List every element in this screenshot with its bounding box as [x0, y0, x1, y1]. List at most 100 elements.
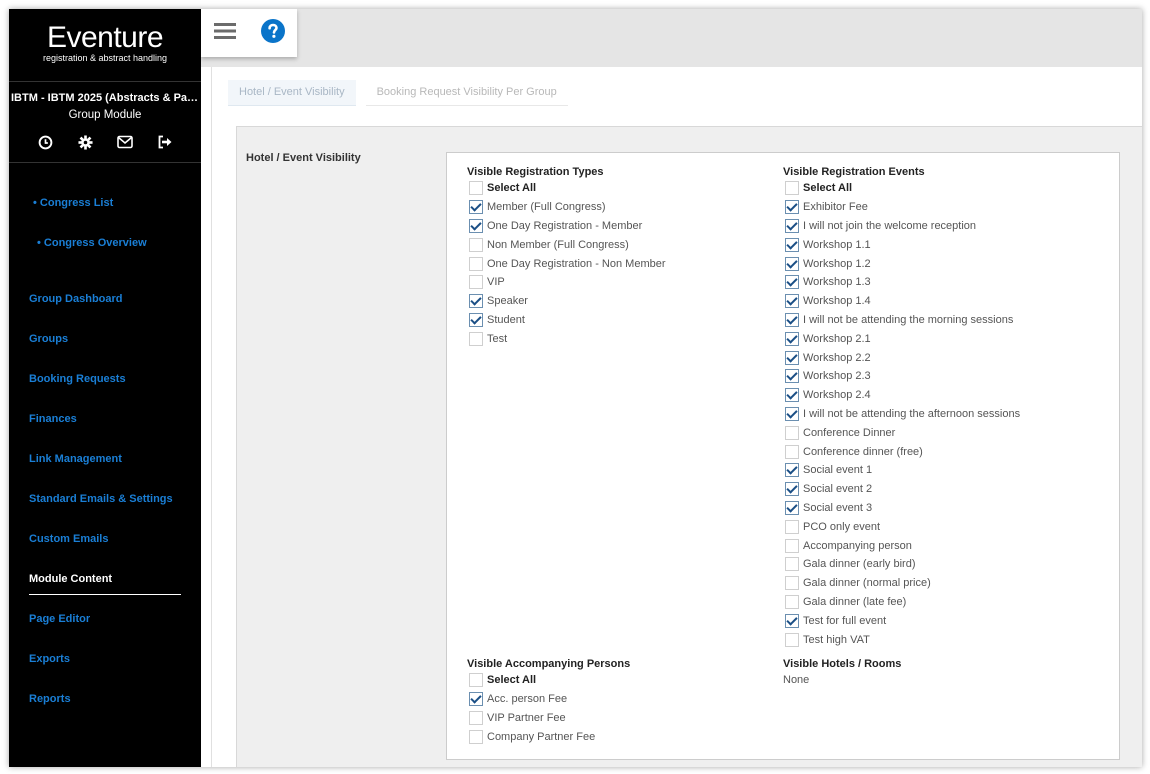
checkbox[interactable] [785, 594, 799, 609]
item-label: Conference Dinner [803, 426, 896, 439]
list-item: Social event 3 [785, 499, 1020, 518]
item-label: Test high VAT [803, 633, 870, 646]
list-item: PCO only event [785, 517, 1020, 536]
checkbox[interactable] [785, 538, 799, 553]
checkbox[interactable] [785, 200, 799, 215]
item-label: One Day Registration - Non Member [487, 257, 666, 270]
nav-booking-requests[interactable]: Booking Requests [29, 373, 126, 385]
congress-name: IBTM - IBTM 2025 (Abstracts & Par… [11, 92, 201, 104]
checkbox[interactable] [469, 256, 483, 271]
nav-groups[interactable]: Groups [29, 333, 68, 345]
help-circle-icon [261, 18, 285, 48]
toolbar-buttons [201, 9, 297, 57]
nav-link-management[interactable]: Link Management [29, 453, 122, 465]
checkbox[interactable] [785, 181, 799, 196]
checkbox[interactable] [785, 519, 799, 534]
tab-hotel-event-visibility[interactable]: Hotel / Event Visibility [228, 80, 356, 106]
nav-congress-overview[interactable]: • Congress Overview [37, 237, 147, 249]
checkbox[interactable] [785, 312, 799, 327]
logo: Eventure registration & abstract handlin… [9, 9, 201, 82]
visibility-panel: Hotel / Event Visibility Visible Registr… [236, 126, 1142, 767]
checkbox[interactable] [785, 632, 799, 647]
checkbox[interactable] [785, 294, 799, 309]
list-item: Gala dinner (early bird) [785, 555, 1020, 574]
list-item: VIP Partner Fee [469, 709, 595, 728]
gear-icon[interactable] [76, 133, 94, 151]
panel-label: Hotel / Event Visibility [246, 152, 361, 164]
checkbox[interactable] [785, 388, 799, 403]
registration-events-title: Visible Registration Events [783, 166, 925, 178]
clock-icon[interactable] [36, 133, 54, 151]
envelope-icon[interactable] [116, 133, 134, 151]
help-button[interactable] [249, 9, 297, 57]
list-item: Gala dinner (late fee) [785, 593, 1020, 612]
checkbox[interactable] [469, 312, 483, 327]
select-all-row: Select All [785, 179, 1020, 198]
checkbox[interactable] [469, 181, 483, 196]
registration-events-list: Select All Exhibitor Fee I will not join… [785, 179, 1020, 649]
checkbox[interactable] [785, 557, 799, 572]
checkbox[interactable] [785, 444, 799, 459]
nav-module-content[interactable]: Module Content [29, 573, 112, 585]
item-label: Social event 1 [803, 464, 873, 477]
nav-finances[interactable]: Finances [29, 413, 77, 425]
checkbox[interactable] [469, 331, 483, 346]
select-all-row: Select All [469, 179, 666, 198]
checkbox[interactable] [785, 350, 799, 365]
checkbox[interactable] [785, 331, 799, 346]
registration-types-list: Select All Member (Full Congress) One Da… [469, 179, 666, 348]
checkbox[interactable] [469, 237, 483, 252]
item-label: Exhibitor Fee [803, 201, 868, 214]
logo-name: Eventure [46, 21, 164, 54]
nav-group-dashboard[interactable]: Group Dashboard [29, 293, 123, 305]
item-label: I will not join the welcome reception [803, 219, 977, 232]
checkbox[interactable] [469, 218, 483, 233]
logo-tagline: registration & abstract handling [42, 53, 168, 63]
sign-out-icon[interactable] [156, 133, 174, 151]
tab-booking-request-visibility[interactable]: Booking Request Visibility Per Group [365, 80, 568, 106]
menu-button[interactable] [201, 9, 249, 57]
nav-standard-emails-settings[interactable]: Standard Emails & Settings [29, 493, 173, 505]
item-label: Workshop 2.4 [803, 389, 871, 402]
module-name: Group Module [68, 109, 142, 121]
checkbox[interactable] [469, 275, 483, 290]
checkbox[interactable] [469, 200, 483, 215]
item-label: Workshop 2.3 [803, 370, 871, 383]
checkbox[interactable] [785, 613, 799, 628]
list-item: I will not be attending the morning sess… [785, 311, 1020, 330]
checkbox[interactable] [785, 576, 799, 591]
checkbox[interactable] [785, 256, 799, 271]
item-label: Speaker [487, 295, 528, 308]
nav-reports[interactable]: Reports [29, 693, 71, 705]
list-item: Non Member (Full Congress) [469, 235, 666, 254]
nav-page-editor[interactable]: Page Editor [29, 613, 90, 625]
checkbox[interactable] [785, 425, 799, 440]
item-label: PCO only event [803, 520, 881, 533]
checkbox[interactable] [785, 275, 799, 290]
item-label: Gala dinner (late fee) [803, 595, 907, 608]
nav-custom-emails[interactable]: Custom Emails [29, 533, 108, 545]
checkbox[interactable] [785, 369, 799, 384]
checkbox[interactable] [469, 673, 483, 688]
checkbox[interactable] [785, 482, 799, 497]
checkbox[interactable] [785, 237, 799, 252]
checkbox[interactable] [469, 692, 483, 707]
checkbox[interactable] [469, 294, 483, 309]
list-item: Workshop 2.2 [785, 348, 1020, 367]
item-label: Non Member (Full Congress) [487, 238, 629, 251]
checkbox[interactable] [469, 729, 483, 744]
checkbox[interactable] [785, 463, 799, 478]
nav-exports[interactable]: Exports [29, 653, 70, 665]
select-all-label: Select All [803, 182, 853, 195]
checkbox[interactable] [785, 406, 799, 421]
select-all-label: Select All [487, 182, 537, 195]
list-item: Social event 1 [785, 461, 1020, 480]
item-label: Acc. person Fee [487, 693, 568, 706]
hamburger-menu-icon [214, 22, 236, 45]
checkbox[interactable] [469, 710, 483, 725]
checkbox[interactable] [785, 500, 799, 515]
nav-congress-list[interactable]: • Congress List [33, 197, 113, 209]
congress-info: IBTM - IBTM 2025 (Abstracts & Par… Group… [9, 82, 201, 163]
list-item: Workshop 2.3 [785, 367, 1020, 386]
checkbox[interactable] [785, 218, 799, 233]
